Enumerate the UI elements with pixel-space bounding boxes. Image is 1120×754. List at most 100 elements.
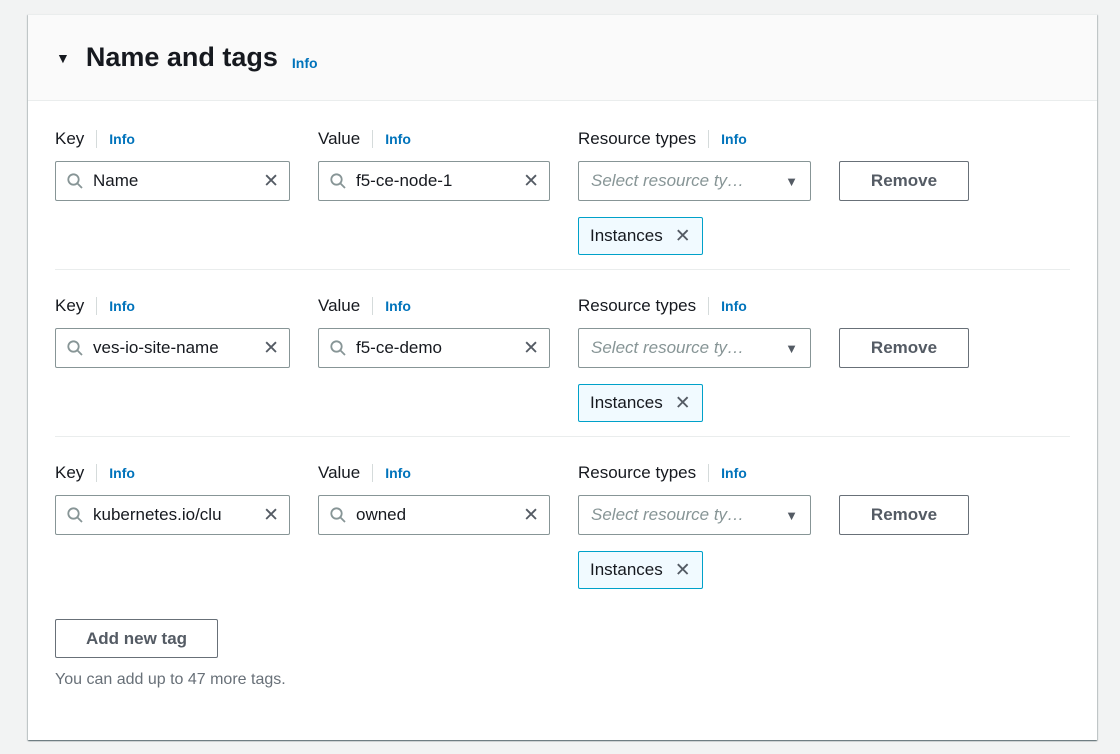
resource-types-info-link[interactable]: Info [721, 298, 747, 314]
resource-types-label: Resource types [578, 296, 696, 316]
resource-types-info-link[interactable]: Info [721, 465, 747, 481]
tag-value-input[interactable] [356, 171, 514, 191]
tags-remaining-text: You can add up to 47 more tags. [55, 671, 1070, 689]
chevron-down-icon: ▼ [785, 341, 798, 356]
collapse-arrow-icon[interactable]: ▼ [56, 51, 70, 65]
key-label: Key [55, 129, 84, 149]
remove-tag-button[interactable]: Remove [839, 161, 969, 201]
resource-type-chips: Instances ✕ [578, 384, 1070, 422]
label-divider [372, 297, 373, 315]
tag-key-input-wrapper: ✕ [55, 328, 290, 368]
tag-row-controls: ✕ ✕ Select resource ty… ▼ Remove [55, 495, 1070, 535]
resource-types-select[interactable]: Select resource ty… ▼ [578, 161, 811, 201]
value-label-group: Value Info [318, 463, 550, 483]
resource-types-select[interactable]: Select resource ty… ▼ [578, 495, 811, 535]
resource-type-token: Instances ✕ [578, 217, 703, 255]
clear-value-icon[interactable]: ✕ [523, 339, 539, 358]
value-info-link[interactable]: Info [385, 298, 411, 314]
key-label: Key [55, 296, 84, 316]
value-label-group: Value Info [318, 296, 550, 316]
resource-type-token-label: Instances [590, 226, 663, 246]
resource-type-chips: Instances ✕ [578, 551, 1070, 589]
tag-value-input[interactable] [356, 338, 514, 358]
search-icon [329, 172, 347, 190]
tag-row: Key Info Value Info Resource types Info [55, 129, 1070, 270]
key-label: Key [55, 463, 84, 483]
key-label-group: Key Info [55, 129, 290, 149]
value-info-link[interactable]: Info [385, 131, 411, 147]
label-divider [708, 130, 709, 148]
tag-key-input-wrapper: ✕ [55, 161, 290, 201]
value-label-group: Value Info [318, 129, 550, 149]
tag-row-controls: ✕ ✕ Select resource ty… ▼ Remove [55, 161, 1070, 201]
clear-value-icon[interactable]: ✕ [523, 506, 539, 525]
key-info-link[interactable]: Info [109, 298, 135, 314]
token-dismiss-icon[interactable]: ✕ [675, 561, 691, 580]
resource-types-label-group: Resource types Info [578, 129, 811, 149]
remove-tag-button[interactable]: Remove [839, 495, 969, 535]
add-new-tag-button[interactable]: Add new tag [55, 619, 218, 658]
tag-row: Key Info Value Info Resource types Info [55, 270, 1070, 437]
key-label-group: Key Info [55, 463, 290, 483]
tag-row-labels: Key Info Value Info Resource types Info [55, 463, 1070, 483]
tag-row-labels: Key Info Value Info Resource types Info [55, 296, 1070, 316]
tag-row-labels: Key Info Value Info Resource types Info [55, 129, 1070, 149]
resource-types-label: Resource types [578, 463, 696, 483]
search-icon [66, 339, 84, 357]
resource-type-token-label: Instances [590, 393, 663, 413]
panel-body: Key Info Value Info Resource types Info [28, 101, 1097, 689]
tag-key-input[interactable] [93, 338, 254, 358]
label-divider [96, 130, 97, 148]
token-dismiss-icon[interactable]: ✕ [675, 227, 691, 246]
tag-key-input[interactable] [93, 505, 254, 525]
resource-type-token-label: Instances [590, 560, 663, 580]
key-info-link[interactable]: Info [109, 465, 135, 481]
clear-key-icon[interactable]: ✕ [263, 506, 279, 525]
chevron-down-icon: ▼ [785, 508, 798, 523]
resource-types-placeholder: Select resource ty… [591, 505, 744, 525]
chevron-down-icon: ▼ [785, 174, 798, 189]
search-icon [329, 506, 347, 524]
resource-types-placeholder: Select resource ty… [591, 338, 744, 358]
tag-row: Key Info Value Info Resource types Info [55, 437, 1070, 603]
panel-info-link[interactable]: Info [292, 55, 318, 71]
value-label: Value [318, 129, 360, 149]
resource-type-token: Instances ✕ [578, 551, 703, 589]
remove-tag-button[interactable]: Remove [839, 328, 969, 368]
tag-value-input-wrapper: ✕ [318, 495, 550, 535]
resource-types-select[interactable]: Select resource ty… ▼ [578, 328, 811, 368]
resource-types-info-link[interactable]: Info [721, 131, 747, 147]
value-info-link[interactable]: Info [385, 465, 411, 481]
label-divider [96, 464, 97, 482]
resource-types-label: Resource types [578, 129, 696, 149]
search-icon [329, 339, 347, 357]
token-dismiss-icon[interactable]: ✕ [675, 394, 691, 413]
resource-type-token: Instances ✕ [578, 384, 703, 422]
tags-footer: Add new tag You can add up to 47 more ta… [55, 603, 1070, 689]
tag-key-input-wrapper: ✕ [55, 495, 290, 535]
resource-types-label-group: Resource types Info [578, 463, 811, 483]
panel-header: ▼ Name and tags Info [28, 15, 1097, 101]
search-icon [66, 506, 84, 524]
label-divider [372, 464, 373, 482]
label-divider [96, 297, 97, 315]
clear-value-icon[interactable]: ✕ [523, 172, 539, 191]
resource-types-placeholder: Select resource ty… [591, 171, 744, 191]
value-label: Value [318, 463, 360, 483]
label-divider [708, 464, 709, 482]
resource-type-chips: Instances ✕ [578, 217, 1070, 255]
key-label-group: Key Info [55, 296, 290, 316]
value-label: Value [318, 296, 360, 316]
tag-value-input-wrapper: ✕ [318, 328, 550, 368]
clear-key-icon[interactable]: ✕ [263, 339, 279, 358]
panel-title: Name and tags [86, 42, 278, 73]
tag-value-input[interactable] [356, 505, 514, 525]
tag-row-controls: ✕ ✕ Select resource ty… ▼ Remove [55, 328, 1070, 368]
resource-types-label-group: Resource types Info [578, 296, 811, 316]
key-info-link[interactable]: Info [109, 131, 135, 147]
search-icon [66, 172, 84, 190]
clear-key-icon[interactable]: ✕ [263, 172, 279, 191]
name-and-tags-panel: ▼ Name and tags Info Key Info Value Info… [28, 14, 1097, 740]
tag-value-input-wrapper: ✕ [318, 161, 550, 201]
tag-key-input[interactable] [93, 171, 254, 191]
